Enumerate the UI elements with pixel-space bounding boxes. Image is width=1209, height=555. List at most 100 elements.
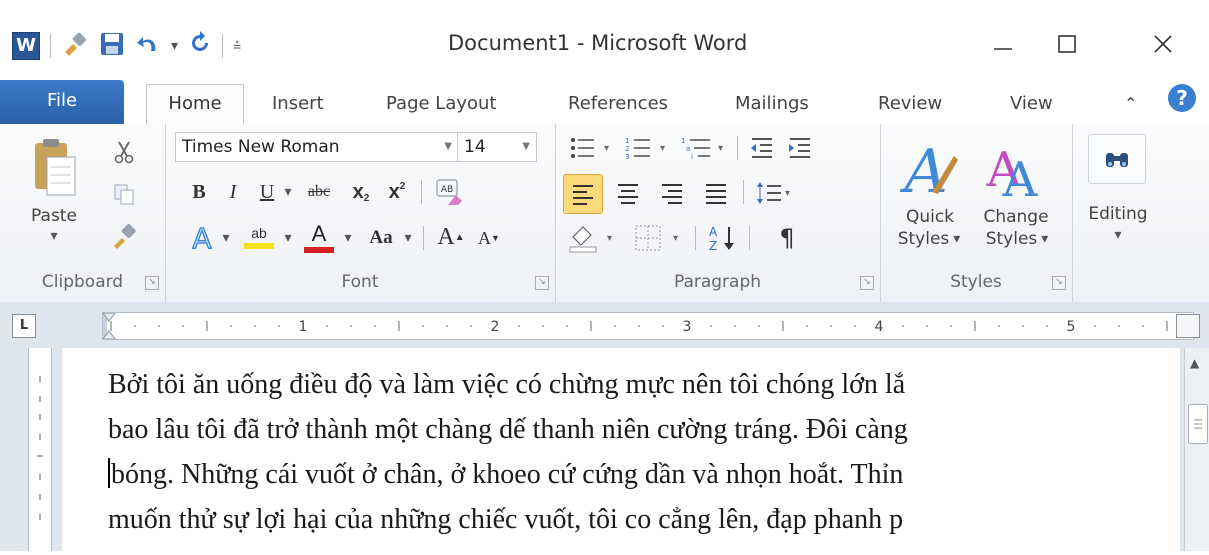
- subscript-marker: 2: [363, 192, 370, 204]
- help-icon[interactable]: ?: [1166, 82, 1198, 118]
- paste-icon[interactable]: [24, 132, 84, 202]
- superscript-button[interactable]: x2: [381, 176, 413, 208]
- svg-text:▾: ▾: [785, 188, 790, 199]
- justify-icon[interactable]: [697, 174, 735, 212]
- editing-button[interactable]: Editing: [1076, 202, 1160, 226]
- sort-icon[interactable]: AZ: [703, 220, 743, 256]
- quick-access-toolbar: W ▾ ⩮: [12, 28, 241, 64]
- horizontal-ruler[interactable]: 1 2 3 4 5: [102, 312, 1194, 340]
- tab-references[interactable]: References: [568, 86, 668, 122]
- change-styles-dropdown-icon[interactable]: ▾: [1041, 231, 1048, 247]
- tab-mailings[interactable]: Mailings: [735, 86, 809, 122]
- scroll-up-icon[interactable]: ▲: [1190, 356, 1199, 370]
- tab-insert[interactable]: Insert: [272, 86, 324, 122]
- font-color-dropdown-icon[interactable]: ▾: [341, 228, 355, 248]
- cut-icon[interactable]: [110, 138, 138, 166]
- show-hide-button[interactable]: ¶: [769, 220, 805, 256]
- bullets-icon[interactable]: ▾: [565, 132, 615, 164]
- paragraph-group-label: Paragraph: [673, 272, 762, 292]
- undo-icon[interactable]: [135, 31, 161, 61]
- view-ruler-icon[interactable]: [1176, 314, 1200, 338]
- close-button[interactable]: [1136, 22, 1190, 66]
- align-right-icon[interactable]: [653, 174, 691, 212]
- chevron-down-icon[interactable]: ▼: [444, 133, 452, 161]
- format-painter-icon[interactable]: [108, 220, 140, 252]
- undo-dropdown-icon[interactable]: ▾: [171, 38, 178, 54]
- clear-formatting-icon[interactable]: AB: [431, 174, 467, 210]
- text-effects-dropdown-icon[interactable]: ▾: [219, 228, 233, 248]
- ruler-number: 1: [299, 319, 308, 335]
- align-center-icon[interactable]: [609, 174, 647, 212]
- change-case-button[interactable]: Aa: [361, 222, 401, 254]
- copy-icon[interactable]: [110, 180, 138, 208]
- quick-styles-dropdown-icon[interactable]: ▾: [953, 231, 960, 247]
- styles-launcher-icon[interactable]: ↘: [1052, 276, 1066, 290]
- align-left-button[interactable]: [563, 174, 603, 214]
- font-launcher-icon[interactable]: ↘: [535, 276, 549, 290]
- redo-icon[interactable]: [188, 31, 212, 61]
- paste-dropdown-icon[interactable]: ▾: [44, 228, 64, 244]
- text-effects-icon[interactable]: A: [185, 220, 219, 254]
- quick-styles-button[interactable]: Styles ▾: [884, 228, 974, 250]
- editing-dropdown-icon[interactable]: ▾: [1108, 226, 1128, 244]
- underline-button[interactable]: U: [253, 176, 281, 208]
- paragraph-launcher-icon[interactable]: ↘: [860, 276, 874, 290]
- italic-button[interactable]: I: [219, 176, 247, 208]
- document-page[interactable]: Bởi tôi ăn uống điều độ và làm việc có c…: [62, 348, 1180, 551]
- subscript-button[interactable]: x2: [345, 176, 377, 208]
- bold-button[interactable]: B: [185, 176, 213, 208]
- vertical-scrollbar[interactable]: ▲: [1184, 348, 1209, 551]
- format-painter-icon[interactable]: [61, 30, 89, 62]
- change-case-dropdown-icon[interactable]: ▾: [401, 228, 415, 248]
- separator: [222, 34, 224, 58]
- line-spacing-icon[interactable]: ▾: [751, 174, 799, 212]
- chevron-down-icon[interactable]: ▼: [522, 133, 530, 161]
- maximize-button[interactable]: [1040, 22, 1094, 66]
- strikethrough-button[interactable]: abc: [299, 176, 339, 208]
- minimize-button[interactable]: [976, 22, 1030, 66]
- change-styles-icon[interactable]: AA: [976, 132, 1048, 204]
- clipboard-launcher-icon[interactable]: ↘: [145, 276, 159, 290]
- grow-font-button[interactable]: A ▲: [433, 220, 469, 254]
- document-body[interactable]: Bởi tôi ăn uống điều độ và làm việc có c…: [108, 362, 1180, 542]
- paste-button[interactable]: Paste: [18, 204, 90, 228]
- tab-selector-button[interactable]: L: [12, 314, 36, 338]
- scroll-thumb[interactable]: [1188, 404, 1208, 444]
- borders-icon[interactable]: ▾: [629, 220, 689, 256]
- quick-styles-icon[interactable]: A: [894, 132, 966, 204]
- tab-file[interactable]: File: [0, 80, 124, 124]
- highlight-button[interactable]: ab: [239, 220, 279, 254]
- find-icon[interactable]: [1088, 134, 1146, 184]
- word-logo-icon[interactable]: W: [12, 32, 40, 60]
- document-line: bao lâu tôi đã trở thành một chàng dế th…: [108, 414, 908, 445]
- tab-review[interactable]: Review: [878, 86, 942, 122]
- vertical-ruler[interactable]: [28, 348, 52, 551]
- change-styles-button[interactable]: Styles ▾: [972, 228, 1062, 250]
- multilevel-list-icon[interactable]: 1 a i ▾: [677, 132, 731, 164]
- svg-text:a: a: [686, 145, 690, 153]
- svg-text:▾: ▾: [660, 143, 665, 154]
- ribbon-tabs: File Home Insert Page Layout References …: [0, 80, 1209, 126]
- quick-styles-label-1[interactable]: Quick: [890, 206, 970, 228]
- underline-dropdown-icon[interactable]: ▾: [281, 180, 295, 204]
- numbering-icon[interactable]: 1 2 3 ▾: [621, 132, 671, 164]
- font-family-combo[interactable]: Times New Roman ▼: [175, 132, 459, 162]
- font-size-combo[interactable]: 14 ▼: [457, 132, 537, 162]
- decrease-indent-icon[interactable]: [745, 132, 779, 164]
- customize-qat-icon[interactable]: ⩮: [233, 38, 241, 54]
- separator: [749, 226, 750, 250]
- font-color-button[interactable]: A: [299, 218, 339, 256]
- save-icon[interactable]: [99, 31, 125, 61]
- tab-view[interactable]: View: [1010, 86, 1053, 122]
- change-styles-label-1[interactable]: Change: [976, 206, 1056, 228]
- increase-indent-icon[interactable]: [783, 132, 817, 164]
- svg-text:▾: ▾: [607, 233, 612, 244]
- title-bar: W ▾ ⩮ Document1 - Microsoft Word: [0, 0, 1209, 72]
- tab-page-layout[interactable]: Page Layout: [386, 86, 497, 122]
- tab-home[interactable]: Home: [146, 84, 244, 126]
- highlight-dropdown-icon[interactable]: ▾: [281, 228, 295, 248]
- minimize-ribbon-icon[interactable]: ⌃: [1124, 86, 1137, 122]
- shading-icon[interactable]: ▾: [563, 220, 623, 256]
- shrink-font-button[interactable]: A ▼: [473, 222, 505, 254]
- document-line: muốn thử sự lợi hại của những chiếc vuốt…: [108, 504, 904, 535]
